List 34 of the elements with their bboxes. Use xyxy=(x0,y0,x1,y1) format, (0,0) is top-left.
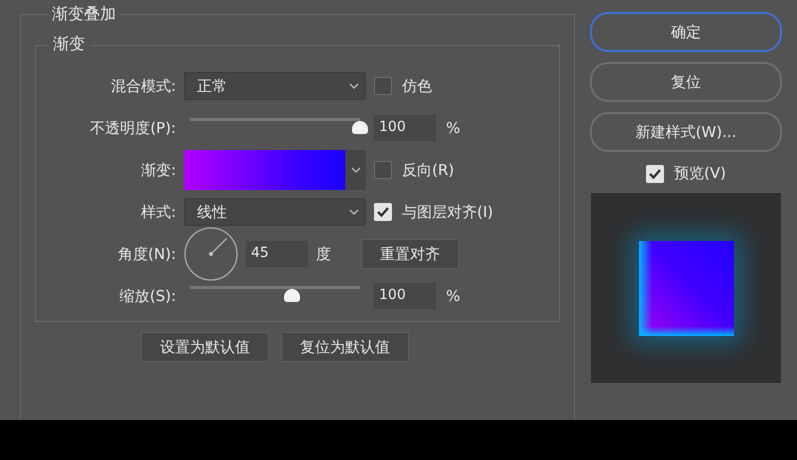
field-label: 不透明度(P): xyxy=(90,118,176,138)
dialog-button[interactable]: 确定 xyxy=(590,12,782,52)
checkmark-icon xyxy=(377,207,389,217)
dither-checkbox[interactable]: 仿色 xyxy=(374,76,432,96)
default-button[interactable]: 设置为默认值 xyxy=(141,332,269,362)
field-label: 混合模式: xyxy=(110,76,176,96)
field-label: 角度(N): xyxy=(118,244,176,264)
reverse-checkbox[interactable]: 反向(R) xyxy=(374,160,454,180)
slider-thumb[interactable] xyxy=(284,289,300,302)
gradient-swatch[interactable] xyxy=(184,150,345,190)
scale-input[interactable]: 100 xyxy=(374,283,436,309)
unit-label: % xyxy=(446,287,460,305)
blend-mode-dropdown[interactable]: 正常 xyxy=(184,72,366,100)
style-dropdown[interactable]: 线性 xyxy=(184,198,366,226)
chevron-icon xyxy=(349,209,359,215)
angle-input[interactable]: 45 xyxy=(246,241,308,267)
field-label: 渐变: xyxy=(140,160,176,180)
gradient-dropdown-button[interactable] xyxy=(345,150,366,190)
reset-alignment-button[interactable]: 重置对齐 xyxy=(361,239,459,269)
dialog-button[interactable]: 复位 xyxy=(590,62,782,102)
field-label: 缩放(S): xyxy=(120,286,176,306)
default-button[interactable]: 复位为默认值 xyxy=(281,332,409,362)
opacity-input[interactable]: 100 xyxy=(374,115,436,141)
chevron-icon xyxy=(351,167,361,173)
checkmark-icon xyxy=(649,168,662,178)
field-label: 样式: xyxy=(140,202,176,222)
slider-thumb[interactable] xyxy=(352,121,368,134)
unit-label: % xyxy=(446,119,460,137)
align-checkbox[interactable]: 与图层对齐(I) xyxy=(374,202,494,222)
angle-dial[interactable] xyxy=(184,227,238,281)
unit-label: 度 xyxy=(316,244,331,264)
dialog-button[interactable]: 新建样式(W)... xyxy=(590,112,782,152)
chevron-icon xyxy=(349,83,359,89)
preview-checkbox[interactable]: 预览(V) xyxy=(646,164,726,183)
